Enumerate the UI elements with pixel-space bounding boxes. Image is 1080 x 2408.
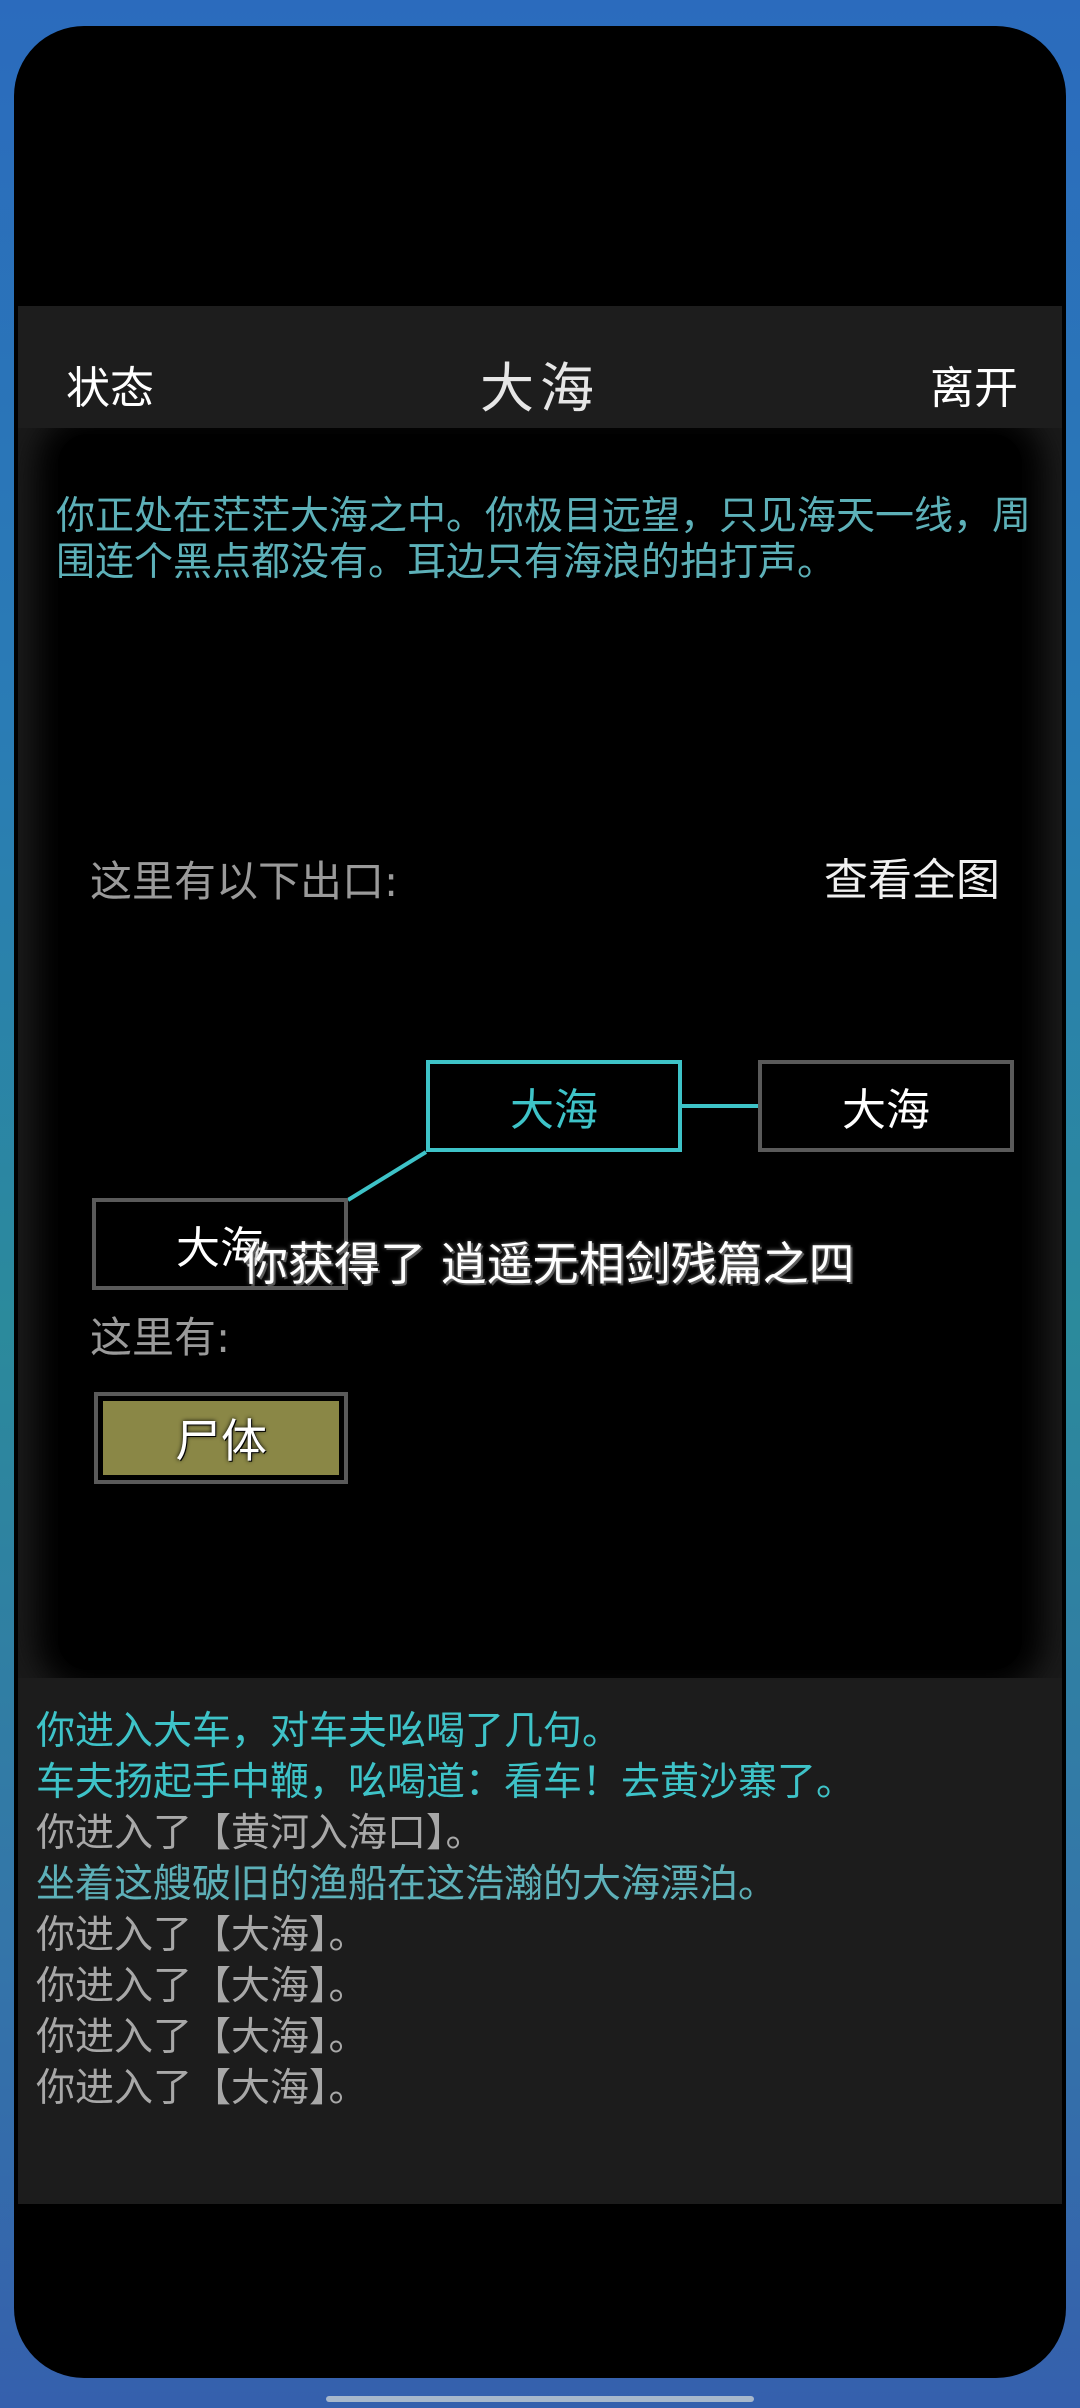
log-line: 车夫扬起手中鞭，吆喝道：看车！去黄沙寨了。 — [36, 1760, 856, 1805]
log-line: 你进入了【大海】。 — [36, 1964, 368, 2009]
map-connectors — [346, 1104, 758, 1202]
leave-button[interactable]: 离开 — [930, 352, 1018, 416]
corpse-label: 尸体 — [103, 1401, 339, 1475]
home-indicator[interactable] — [326, 2396, 754, 2402]
corpse-button[interactable]: 尸体 — [94, 1392, 348, 1484]
log-line: 你进入大车，对车夫吆喝了几句。 — [36, 1709, 622, 1754]
map-room-current[interactable]: 大海 — [426, 1060, 682, 1152]
map-room-east[interactable]: 大海 — [758, 1060, 1014, 1152]
phone-screen: 状态 大海 离开 你正处在茫茫大海之中。你极目远望，只见海天一线，周围连个黑点都… — [14, 26, 1066, 2378]
top-bar: 状态 大海 离开 — [18, 306, 1062, 428]
log-line: 你进入了【大海】。 — [36, 2015, 368, 2060]
log-line: 你进入了【大海】。 — [36, 2066, 368, 2111]
room-title: 大海 — [480, 357, 600, 420]
log-line: 你进入了【黄河入海口】。 — [36, 1811, 485, 1856]
item-obtained-toast: 你获得了 逍遥无相剑残篇之四 — [242, 1237, 855, 1291]
message-log[interactable]: 你进入大车，对车夫吆喝了几句。 车夫扬起手中鞭，吆喝道：看车！去黄沙寨了。 你进… — [18, 1678, 1062, 2204]
log-line: 坐着这艘破旧的渔船在这浩瀚的大海漂泊。 — [36, 1862, 778, 1907]
here-label: 这里有: — [90, 1313, 231, 1362]
connector-southwest — [346, 1150, 428, 1202]
log-line: 你进入了【大海】。 — [36, 1913, 368, 1958]
room-panel: 你正处在茫茫大海之中。你极目远望，只见海天一线，周围连个黑点都没有。耳边只有海浪… — [18, 428, 1062, 1678]
